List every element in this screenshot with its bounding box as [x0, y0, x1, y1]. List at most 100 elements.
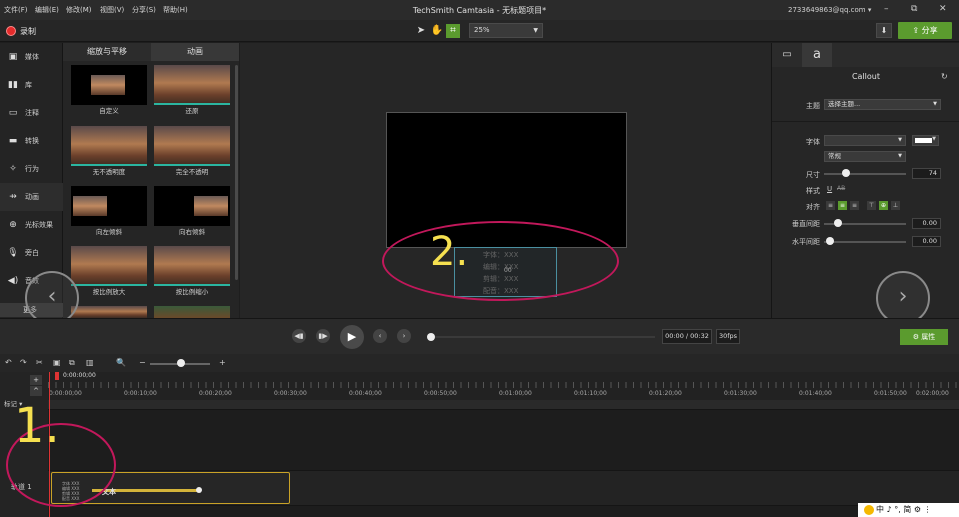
size-slider-knob[interactable]	[842, 169, 850, 177]
strikethrough-button[interactable]: AB	[837, 185, 845, 192]
align-center-button[interactable]: ≡	[838, 201, 847, 210]
line-spacing-slider-knob[interactable]	[834, 219, 842, 227]
align-middle-button[interactable]: ⊕	[879, 201, 888, 210]
char-spacing-slider-track[interactable]	[824, 241, 906, 243]
properties-panel: ▭ a Callout ↻ 主题 选择主题... ▼ 字体 ▼ ▼ 常规 ▼ 尺…	[771, 43, 959, 318]
playhead-handle[interactable]	[55, 372, 59, 380]
sidebar-item-label: 媒体	[25, 53, 39, 61]
visual-properties-tab[interactable]: ▭	[772, 43, 802, 67]
sidebar-item-annotations[interactable]: ▭ 注释	[0, 99, 63, 127]
menu-share[interactable]: 分享(S)	[132, 5, 156, 15]
next-slide-button[interactable]: ›	[876, 271, 930, 325]
step-back-button[interactable]: ◀▮	[292, 329, 306, 343]
char-spacing-input[interactable]: 0.00	[912, 236, 941, 247]
tab-zoom-and-pan[interactable]: 缩放与平移	[63, 43, 151, 61]
animation-thumb-partial[interactable]	[154, 306, 230, 318]
line-spacing-label: 垂直间距	[792, 220, 820, 228]
minimize-button[interactable]: –	[884, 4, 889, 14]
theme-select[interactable]: 选择主题... ▼	[824, 99, 941, 110]
cut-icon[interactable]: ✂	[36, 358, 43, 367]
align-bottom-button[interactable]: ⊥	[891, 201, 900, 210]
record-button[interactable]: 录制	[20, 26, 36, 37]
collapse-tracks-button[interactable]: ^	[30, 386, 42, 396]
animation-thumb-tilt-right[interactable]: 向右倾斜	[154, 186, 230, 236]
thumb-image	[154, 306, 230, 318]
thumb-caption: 向左倾斜	[96, 228, 122, 236]
size-input[interactable]: 74	[912, 168, 941, 179]
previous-clip-button[interactable]: ‹	[373, 329, 387, 343]
account-menu[interactable]: 2733649863@qq.com ▾	[788, 6, 871, 14]
animation-end-handle[interactable]	[196, 487, 202, 493]
timeline-ruler[interactable]: 0:00:00;00 0:00:00;00 0:00:10;00 0:00:20…	[48, 372, 959, 400]
sidebar-item-transitions[interactable]: ▬ 转换	[0, 127, 63, 155]
align-left-button[interactable]: ≡	[826, 201, 835, 210]
animation-thumb-scale-down[interactable]: 按比例缩小	[154, 246, 230, 296]
title-bar: 文件(F) 编辑(E) 修改(M) 视图(V) 分享(S) 帮助(H) Tech…	[0, 0, 959, 20]
text-properties-tab[interactable]: a	[802, 43, 832, 67]
char-spacing-slider-knob[interactable]	[826, 237, 834, 245]
ime-toolbar[interactable]: 中 ♪ °, 简 ⚙ ⋮	[858, 503, 959, 517]
pan-tool-icon[interactable]: ✋	[430, 24, 444, 38]
undo-icon[interactable]: ↶	[5, 358, 12, 367]
split-icon[interactable]: ▥	[86, 358, 94, 367]
properties-button[interactable]: ⚙ 属性	[900, 329, 948, 345]
previous-slide-button[interactable]: ‹	[25, 271, 79, 325]
sidebar-item-media[interactable]: ▣ 媒体	[0, 43, 63, 71]
font-style-select[interactable]: 常规 ▼	[824, 151, 906, 162]
scrubber-track[interactable]	[435, 336, 655, 338]
font-select[interactable]: ▼	[824, 135, 906, 146]
tab-animations[interactable]: 动画	[151, 43, 239, 61]
align-right-button[interactable]: ≡	[850, 201, 859, 210]
properties-tabs: ▭ a	[772, 43, 959, 67]
thumb-image	[154, 126, 230, 166]
animation-thumb-no-opacity[interactable]: 无不透明度	[71, 126, 147, 176]
sidebar-item-behaviors[interactable]: ✧ 行为	[0, 155, 63, 183]
menu-modify[interactable]: 修改(M)	[66, 5, 92, 15]
menu-file[interactable]: 文件(F)	[4, 5, 28, 15]
sidebar-item-cursor-effects[interactable]: ⊕ 光标效果	[0, 211, 63, 239]
panel-scrollbar[interactable]	[235, 65, 238, 280]
pointer-tool-icon[interactable]: ➤	[414, 24, 428, 38]
text-color-picker[interactable]: ▼	[912, 135, 939, 146]
menu-help[interactable]: 帮助(H)	[163, 5, 188, 15]
animation-thumb-scale-up[interactable]: 按比例放大	[71, 246, 147, 296]
scrubber-knob[interactable]	[427, 333, 435, 341]
animation-thumb-partial[interactable]	[71, 306, 147, 318]
font-label: 字体	[806, 138, 820, 146]
share-button[interactable]: ⇪ 分享	[898, 22, 952, 39]
thumb-caption: 向右倾斜	[179, 228, 205, 236]
size-slider-track[interactable]	[824, 173, 906, 175]
animation-thumb-custom[interactable]: 自定义	[71, 65, 147, 115]
download-button[interactable]: ⬇	[876, 23, 892, 38]
animation-thumb-full-opacity[interactable]: 完全不透明	[154, 126, 230, 176]
play-button[interactable]: ▶	[340, 325, 364, 349]
sidebar-item-animations[interactable]: ⇸ 动画	[0, 183, 63, 211]
menu-view[interactable]: 视图(V)	[100, 5, 124, 15]
animation-thumb-tilt-left[interactable]: 向左倾斜	[71, 186, 147, 236]
copy-icon[interactable]: ▣	[53, 358, 61, 367]
zoom-select[interactable]: 25% ▼	[469, 23, 543, 38]
menu-edit[interactable]: 编辑(E)	[35, 5, 59, 15]
underline-button[interactable]: U	[827, 185, 832, 193]
crop-tool-icon[interactable]: ⌗	[446, 24, 460, 38]
zoom-in-button[interactable]: +	[219, 358, 226, 367]
close-button[interactable]: ✕	[939, 4, 947, 14]
zoom-out-button[interactable]: −	[139, 358, 146, 367]
add-track-button[interactable]: +	[30, 375, 42, 385]
record-icon[interactable]	[6, 26, 16, 36]
sidebar-item-voice-narration[interactable]: 🎙 旁白	[0, 239, 63, 267]
thumb-inset	[91, 75, 125, 95]
reset-icon[interactable]: ↻	[941, 72, 948, 81]
timeline-zoom-knob[interactable]	[177, 359, 185, 367]
sidebar-item-library[interactable]: ▮▮ 库	[0, 71, 63, 99]
step-forward-button[interactable]: ▮▶	[316, 329, 330, 343]
redo-icon[interactable]: ↷	[20, 358, 27, 367]
marker-track[interactable]	[48, 400, 959, 410]
paste-icon[interactable]: ⧉	[69, 358, 75, 368]
line-spacing-input[interactable]: 0.00	[912, 218, 941, 229]
next-clip-button[interactable]: ›	[397, 329, 411, 343]
char-spacing-label: 水平间距	[792, 238, 820, 246]
animation-thumb-restore[interactable]: 还原	[154, 65, 230, 115]
maximize-button[interactable]: ⧉	[911, 4, 917, 14]
align-top-button[interactable]: ⊤	[867, 201, 876, 210]
